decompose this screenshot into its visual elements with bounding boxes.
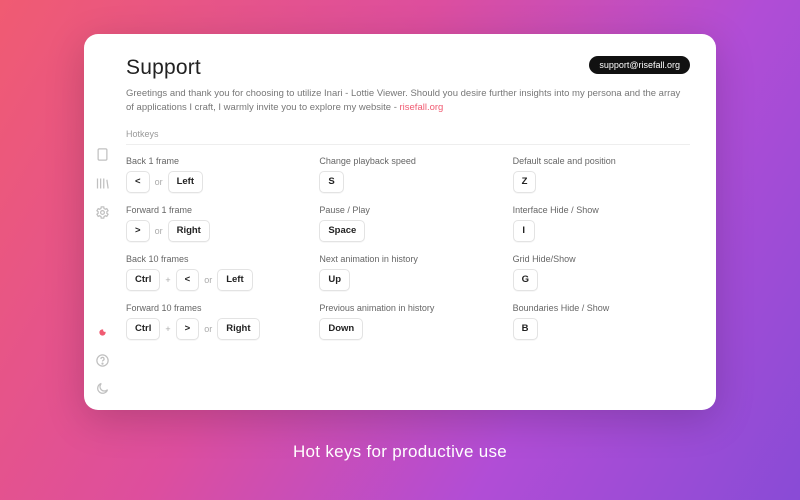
hotkey-label: Back 10 frames xyxy=(126,254,303,264)
tagline: Hot keys for productive use xyxy=(293,442,507,462)
hotkey-change-speed: Change playback speed S xyxy=(319,156,496,193)
settings-icon[interactable] xyxy=(94,204,110,220)
hotkey-prev-history: Previous animation in history Down xyxy=(319,303,496,340)
key-sep: or xyxy=(155,177,163,187)
hotkeys-section-label: Hotkeys xyxy=(126,129,690,145)
key: > xyxy=(126,220,150,242)
hotkey-label: Forward 10 frames xyxy=(126,303,303,313)
key: Ctrl xyxy=(126,318,160,340)
key-sep: or xyxy=(204,275,212,285)
hotkey-label: Default scale and position xyxy=(513,156,690,166)
hotkey-label: Next animation in history xyxy=(319,254,496,264)
key: Left xyxy=(217,269,252,291)
hotkey-forward-1-frame: Forward 1 frame > or Right xyxy=(126,205,303,242)
key: Ctrl xyxy=(126,269,160,291)
key: Z xyxy=(513,171,537,193)
key: < xyxy=(126,171,150,193)
help-icon[interactable] xyxy=(94,352,110,368)
hotkey-label: Previous animation in history xyxy=(319,303,496,313)
key-sep: or xyxy=(204,324,212,334)
hotkey-boundaries-hide: Boundaries Hide / Show B xyxy=(513,303,690,340)
key: < xyxy=(176,269,200,291)
hotkey-next-history: Next animation in history Up xyxy=(319,254,496,291)
hotkey-label: Back 1 frame xyxy=(126,156,303,166)
key: S xyxy=(319,171,343,193)
key: B xyxy=(513,318,538,340)
key: Right xyxy=(217,318,259,340)
hotkeys-grid: Back 1 frame < or Left Change playback s… xyxy=(126,156,690,340)
hotkey-label: Interface Hide / Show xyxy=(513,205,690,215)
key: I xyxy=(513,220,535,242)
key: Space xyxy=(319,220,365,242)
key: Up xyxy=(319,269,350,291)
hotkey-default-scale: Default scale and position Z xyxy=(513,156,690,193)
lead-text: Greetings and thank you for choosing to … xyxy=(126,87,686,115)
support-panel: Support support@risefall.org Greetings a… xyxy=(84,34,716,410)
support-icon[interactable] xyxy=(94,324,110,340)
hotkey-label: Pause / Play xyxy=(319,205,496,215)
key: Left xyxy=(168,171,203,193)
support-email-pill[interactable]: support@risefall.org xyxy=(589,56,690,74)
key-sep: + xyxy=(165,275,170,285)
key: Right xyxy=(168,220,210,242)
key: > xyxy=(176,318,200,340)
theme-icon[interactable] xyxy=(94,380,110,396)
hotkey-label: Grid Hide/Show xyxy=(513,254,690,264)
hotkey-label: Forward 1 frame xyxy=(126,205,303,215)
main-content: Support support@risefall.org Greetings a… xyxy=(120,34,716,410)
website-link[interactable]: risefall.org xyxy=(400,102,444,113)
document-icon[interactable] xyxy=(94,146,110,162)
hotkey-back-10-frames: Back 10 frames Ctrl + < or Left xyxy=(126,254,303,291)
hotkey-grid-hide: Grid Hide/Show G xyxy=(513,254,690,291)
key: G xyxy=(513,269,538,291)
sidebar xyxy=(84,34,120,410)
library-icon[interactable] xyxy=(94,175,110,191)
hotkey-label: Boundaries Hide / Show xyxy=(513,303,690,313)
hotkey-forward-10-frames: Forward 10 frames Ctrl + > or Right xyxy=(126,303,303,340)
key-sep: or xyxy=(155,226,163,236)
page-title: Support xyxy=(126,56,201,80)
hotkey-label: Change playback speed xyxy=(319,156,496,166)
hotkey-pause-play: Pause / Play Space xyxy=(319,205,496,242)
hotkey-back-1-frame: Back 1 frame < or Left xyxy=(126,156,303,193)
key: Down xyxy=(319,318,363,340)
key-sep: + xyxy=(165,324,170,334)
hotkey-interface-hide: Interface Hide / Show I xyxy=(513,205,690,242)
